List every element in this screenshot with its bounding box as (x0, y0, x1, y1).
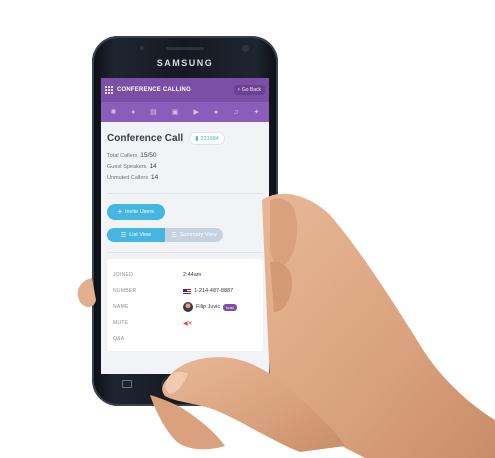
stat-total-callers: Total Callers 15/50 (107, 152, 263, 163)
detail-row-qa: Q&A (113, 331, 257, 347)
app-title: CONFERENCE CALLING (117, 87, 191, 93)
feature-icon-bar: ✺ ♦ ▤ ▣ ▶ ● ♫ ✦ (101, 102, 269, 122)
app-header: CONFERENCE CALLING ‹ Go Back (101, 78, 269, 102)
detail-row-joined: JOINED 2:44am (113, 267, 257, 283)
call-stats: Total Callers 15/50 Guest Speakers 14 Un… (107, 152, 263, 185)
invite-users-button[interactable]: + Invite Users (107, 204, 165, 220)
earpiece-speaker (166, 47, 204, 50)
divider (107, 252, 263, 253)
stage: SAMSUNG CONFERENCE CALLING ‹ Go Back ✺ ♦… (0, 0, 495, 458)
box-icon[interactable]: ▣ (172, 109, 179, 116)
avatar (183, 302, 193, 312)
go-back-label: Go Back (241, 87, 261, 93)
detail-value: 2:44am (183, 272, 201, 278)
palm-shape (262, 193, 495, 458)
room-number: 231984 (200, 135, 219, 142)
invite-users-label: Invite Users (125, 209, 155, 215)
stat-label: Total Callers (107, 153, 138, 159)
divider (107, 193, 263, 194)
page-title: Conference Call (107, 133, 184, 144)
view-toggle: ☰ List View ☰ Summary View (107, 228, 223, 242)
sensor (140, 46, 144, 50)
tab-list-view-label: List View (129, 232, 152, 238)
detail-key: Q&A (113, 336, 125, 342)
list-icon: ☰ (120, 232, 127, 239)
detail-key: NUMBER (113, 288, 137, 294)
app-grid-icon[interactable] (105, 86, 113, 94)
phone-screen: CONFERENCE CALLING ‹ Go Back ✺ ♦ ▤ ▣ ▶ ●… (101, 78, 269, 374)
detail-key: NAME (113, 304, 129, 310)
host-badge: host (223, 303, 237, 311)
tab-list-view[interactable]: ☰ List View (107, 228, 165, 242)
caller-name: Filip Juvic (196, 304, 221, 310)
stat-value: 14 (150, 174, 159, 181)
plus-icon: + (117, 208, 123, 216)
us-flag-icon (183, 288, 191, 294)
contacts-icon[interactable]: ▤ (150, 109, 157, 116)
detail-key: JOINED (113, 272, 134, 278)
title-row: Conference Call ▮ 231984 (107, 132, 263, 145)
stat-label: Unmuted Callers (107, 175, 148, 181)
user-icon[interactable]: ● (214, 109, 218, 116)
detail-value: Filip Juvic host (183, 302, 237, 312)
detail-value: 1-214-487-8887 (183, 288, 233, 294)
lock-icon: ▮ (195, 136, 199, 142)
main-content: Conference Call ▮ 231984 Total Callers 1… (101, 132, 269, 351)
stat-value: 15/50 (140, 152, 157, 159)
gear-icon[interactable]: ✦ (254, 109, 260, 116)
detail-row-number: NUMBER 1-214-487-8887 (113, 283, 257, 299)
brand-logo: SAMSUNG (156, 58, 214, 68)
summary-icon: ☰ (171, 232, 177, 239)
back-button[interactable] (238, 380, 250, 388)
video-icon[interactable]: ▶ (193, 109, 198, 116)
stat-unmuted-callers: Unmuted Callers 14 (107, 174, 263, 185)
tab-summary-view[interactable]: ☰ Summary View (165, 228, 223, 242)
stat-label: Guest Speakers (107, 164, 147, 170)
home-button[interactable] (162, 376, 208, 392)
go-back-button[interactable]: ‹ Go Back (233, 85, 265, 95)
stat-guest-speakers: Guest Speakers 14 (107, 163, 263, 174)
joined-time: 2:44am (183, 272, 202, 278)
stat-value: 14 (149, 163, 157, 170)
detail-row-mute: MUTE ◀✕ (113, 315, 257, 331)
mute-speaker-icon[interactable]: ◀✕ (183, 320, 193, 327)
recent-apps-button[interactable] (122, 380, 132, 388)
phone-number: 1-214-487-8887 (194, 288, 234, 294)
music-icon[interactable]: ♫ (233, 109, 238, 116)
detail-key: MUTE (113, 320, 129, 326)
detail-row-name: NAME Filip Juvic host (113, 299, 257, 315)
tab-summary-view-label: Summary View (179, 232, 217, 238)
settings-icon[interactable]: ✺ (111, 109, 117, 116)
detail-value: ◀✕ (183, 320, 193, 327)
room-number-badge: ▮ 231984 (189, 132, 225, 145)
front-camera (242, 45, 249, 52)
caller-detail-card: JOINED 2:44am NUMBER 1-214-487-8887 NAME… (107, 259, 263, 351)
microphone-icon[interactable]: ♦ (131, 109, 135, 116)
arrow-left-icon: ‹ (237, 87, 240, 93)
